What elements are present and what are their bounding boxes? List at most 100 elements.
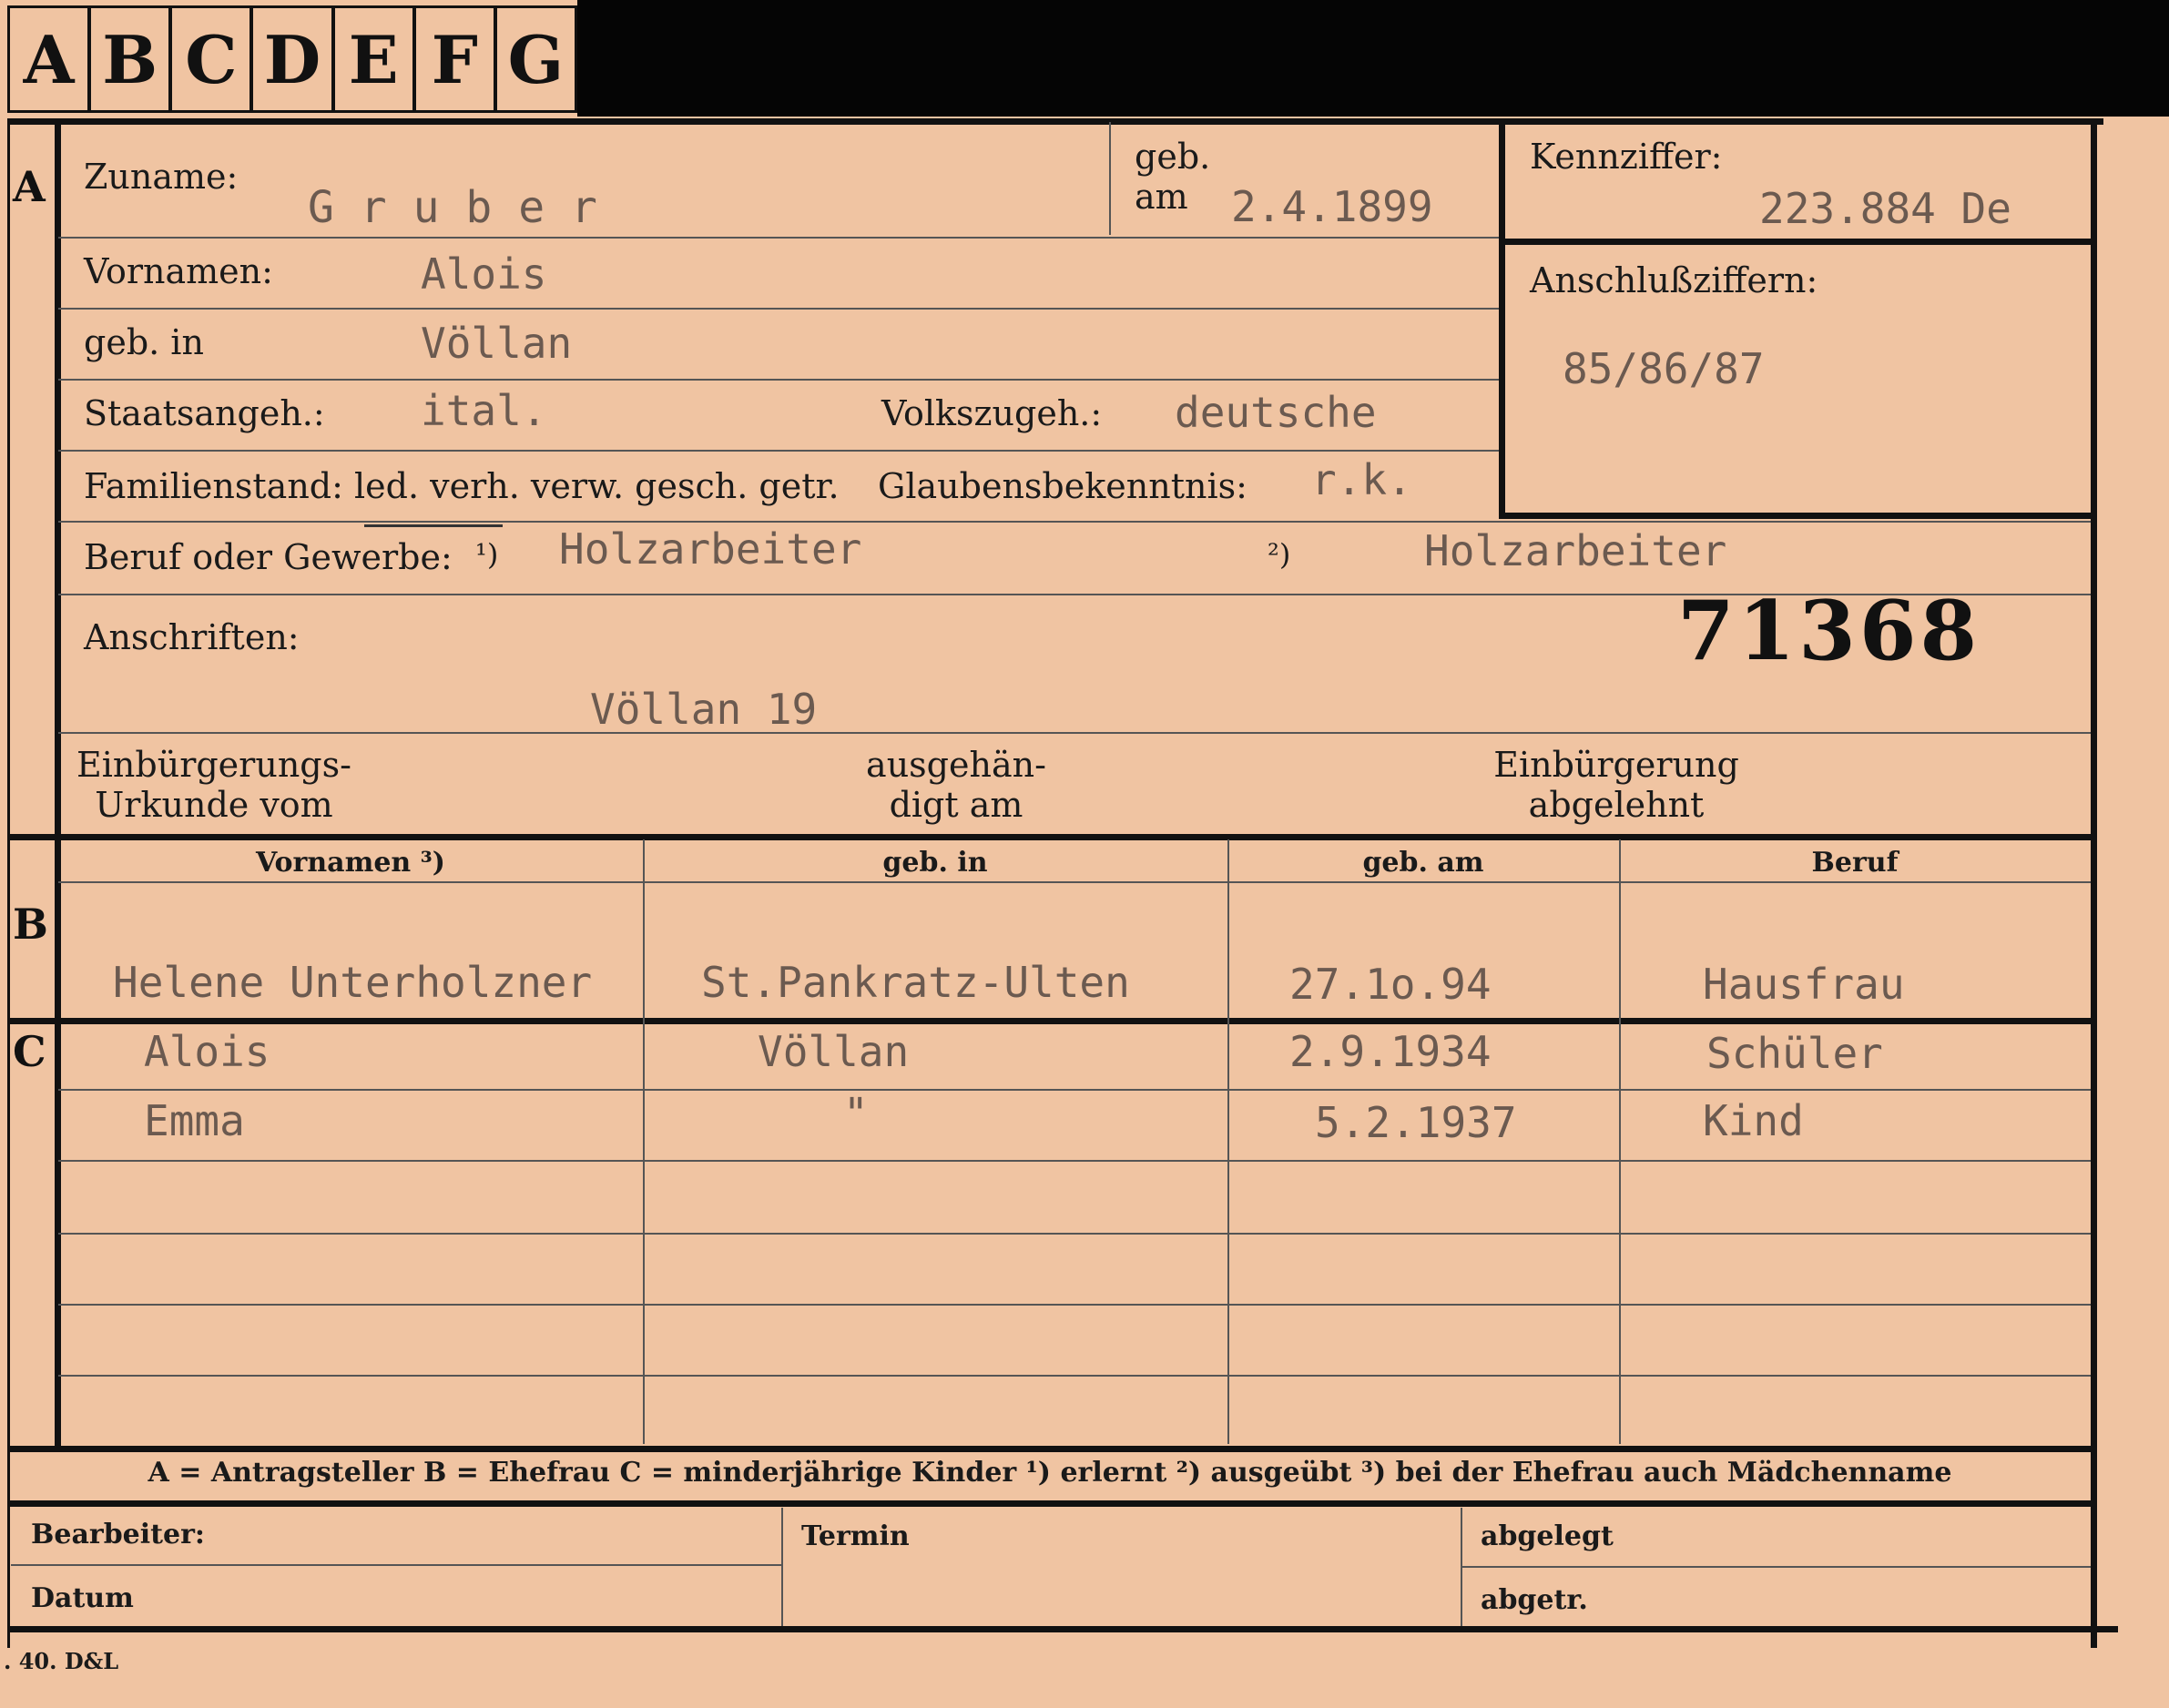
footer-line <box>1461 1566 2091 1568</box>
stamp-number: 71368 <box>1677 583 1981 679</box>
row-line <box>58 308 1499 310</box>
spouse-birthdate: 27.1o.94 <box>1289 960 1492 1009</box>
row-line <box>58 450 1499 452</box>
footer-divider <box>1461 1508 1462 1630</box>
volk-value: deutsche <box>1175 388 1377 437</box>
frame-top <box>7 118 2103 125</box>
row-line <box>58 521 2091 523</box>
ausgehaendigt-l1: ausgehän- <box>866 745 1046 785</box>
gebin-value: Völlan <box>421 319 573 368</box>
frame-left <box>55 118 61 1446</box>
child-2-birthplace: " <box>843 1089 869 1138</box>
section-c-top <box>7 1018 2093 1024</box>
child-2-birthdate: 5.2.1937 <box>1315 1098 1517 1147</box>
section-c: C <box>13 1027 46 1076</box>
row-line <box>58 237 1499 239</box>
footer-bottom <box>7 1626 2118 1632</box>
footer-line <box>11 1564 781 1566</box>
frame-left-outer <box>7 118 10 1648</box>
row-line <box>58 732 2091 734</box>
kennziffer-value: 223.884 De <box>1759 184 2011 233</box>
alphabet-tabs: A B C D E F G <box>7 5 577 113</box>
tab-a: A <box>10 8 92 110</box>
tab-e: E <box>335 8 416 110</box>
volk-label: Volkszugeh.: <box>881 393 1103 433</box>
spouse-occupation: Hausfrau <box>1703 960 1905 1009</box>
tab-g: G <box>507 20 565 98</box>
kennziffer-block-bottom <box>1502 513 2093 519</box>
table-header-beruf: Beruf <box>1811 847 1899 879</box>
staat-label: Staatsangeh.: <box>84 393 325 433</box>
background-top <box>577 0 2169 117</box>
familienstand-label: Familienstand: led. verh. verw. gesch. g… <box>84 466 840 506</box>
vornamen-value: Alois <box>421 249 547 299</box>
row-line <box>58 1375 2091 1377</box>
gebin-label: geb. in <box>84 322 204 362</box>
abgelegt-label: abgelegt <box>1481 1520 1614 1552</box>
einb-urkunde-l1: Einbürgerungs- <box>76 745 351 785</box>
vornamen-label: Vornamen: <box>84 251 273 291</box>
legend: A = Antragsteller B = Ehefrau C = minder… <box>148 1457 1952 1489</box>
beruf-value1: Holzarbeiter <box>559 524 862 574</box>
table-header-line <box>58 881 2091 883</box>
abgetr-label: abgetr. <box>1481 1584 1588 1616</box>
anschluss-value: 85/86/87 <box>1563 344 1765 393</box>
kennziffer-divider <box>1502 239 2093 245</box>
zuname-value: G r u b e r <box>308 182 597 233</box>
footer-divider <box>781 1508 783 1630</box>
child-1-birthdate: 2.9.1934 <box>1289 1027 1492 1076</box>
glauben-label: Glaubensbekenntnis: <box>878 466 1247 506</box>
frame-right <box>2091 118 2097 1648</box>
table-col-divider <box>643 839 645 1444</box>
row-line <box>58 1233 2091 1235</box>
tab-c: C <box>172 8 254 110</box>
row-line <box>58 379 1499 381</box>
legend-top <box>7 1446 2093 1452</box>
section-a: A <box>13 162 46 211</box>
index-card: A B C D E F G A B C Zuname: G r u b e r … <box>0 0 2169 1708</box>
einb-urkunde-l2: Urkunde vom <box>95 785 333 825</box>
spouse-birthplace: St.Pankratz-Ulten <box>701 958 1130 1007</box>
row-line <box>58 1089 2091 1091</box>
tab-b: B <box>91 8 173 110</box>
ausgehaendigt-l2: digt am <box>889 785 1023 825</box>
table-header-gebam: geb. am <box>1362 847 1484 879</box>
anschriften-value: Völlan 19 <box>590 685 818 734</box>
glauben-value: r.k. <box>1311 455 1412 504</box>
table-col-divider <box>1619 839 1621 1444</box>
staat-value: ital. <box>421 386 547 435</box>
termin-label: Termin <box>801 1520 910 1552</box>
child-2-occupation: Kind <box>1703 1096 1804 1145</box>
child-1-birthplace: Völlan <box>758 1027 910 1076</box>
beruf-label: Beruf oder Gewerbe: <box>84 537 453 577</box>
beruf-note2: ²) <box>1268 537 1291 572</box>
familienstand-underline <box>364 524 503 527</box>
legend-bottom <box>7 1500 2093 1507</box>
section-b: B <box>13 900 48 949</box>
child-1-occupation: Schüler <box>1706 1029 1883 1078</box>
child-1-name: Alois <box>144 1027 270 1076</box>
beruf-note1: ¹) <box>475 537 499 572</box>
einb-abgelehnt-l2: abgelehnt <box>1528 785 1705 825</box>
section-b-top <box>7 834 2093 840</box>
kennziffer-label: Kennziffer: <box>1530 137 1723 177</box>
geb-am-value: 2.4.1899 <box>1231 182 1433 231</box>
kennziffer-block-left <box>1499 122 1505 519</box>
datum-label: Datum <box>31 1582 134 1614</box>
geb-label: geb. <box>1135 137 1211 177</box>
tab-f: F <box>416 8 497 110</box>
am-label: am <box>1135 177 1188 217</box>
spouse-name: Helene Unterholzner <box>113 958 593 1007</box>
anschluss-label: Anschlußziffern: <box>1530 260 1818 300</box>
table-header-vornamen: Vornamen ³) <box>255 847 445 879</box>
child-2-name: Emma <box>144 1096 245 1145</box>
einb-abgelehnt-l1: Einbürgerung <box>1493 745 1739 785</box>
row-line <box>58 1304 2091 1306</box>
anschriften-label: Anschriften: <box>84 617 300 657</box>
bearbeiter-label: Bearbeiter: <box>31 1519 205 1550</box>
zuname-label: Zuname: <box>84 157 239 197</box>
tab-d: D <box>253 8 335 110</box>
beruf-value2: Holzarbeiter <box>1424 526 1727 575</box>
print-mark: . 40. D&L <box>4 1648 119 1674</box>
table-col-divider <box>1227 839 1229 1444</box>
